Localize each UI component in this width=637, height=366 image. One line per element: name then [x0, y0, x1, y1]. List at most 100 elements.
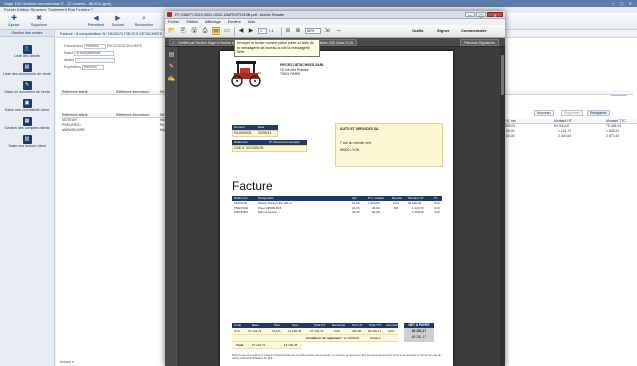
reader-nav-pane: ▤ ✎ ✍ [165, 47, 179, 366]
attachment-icon[interactable]: ✎ [168, 63, 176, 71]
adobe-reader-icon [167, 12, 172, 17]
invoice-icon: ▥ [22, 135, 32, 144]
maximize-button[interactable]: ▢ [476, 12, 486, 18]
statut-row: Statut A comptabiliser [64, 50, 115, 56]
menu-fichier[interactable]: Fichier [168, 20, 179, 24]
supprimer-button[interactable]: ✖ Supprimer [27, 14, 51, 27]
net-to-pay-value: 80 281,17 [411, 329, 427, 333]
affaire-row: Affaire [64, 57, 116, 63]
document-list-icon: ▤ [22, 63, 32, 72]
company-address-2: 75001 PARIS [280, 72, 301, 76]
client-address-2: 69000 LYON [340, 148, 360, 152]
signature-pane-button[interactable]: Panneau Signatures [460, 39, 499, 46]
conditions-amount: 80 281,17 [411, 335, 427, 339]
page-number-input[interactable]: 1 [258, 28, 267, 34]
table-row[interactable]: 60,00 2 400,00 2 870,40 [502, 134, 637, 139]
reader-title-text: FF-G8AFT-2019-0001-0002-18AFE2F5315B.pdf… [175, 13, 285, 17]
company-name: PIECES DETACHEES SARL [280, 63, 325, 67]
search-icon: ⌕ [142, 15, 146, 22]
zoom-select[interactable]: 80% [305, 28, 321, 34]
signature-message-bar: Certifié par Service Sage à Facture sign… [165, 38, 505, 47]
open-icon[interactable]: 📂 [168, 27, 176, 35]
signer-button[interactable]: Signer [437, 27, 449, 34]
reader-window-controls: ─ ▢ ✕ [464, 12, 503, 18]
invoice-number: FA1000003 [234, 131, 252, 135]
order-icon: ▣ [22, 99, 32, 108]
arrow-right-icon: ▶ [115, 15, 121, 22]
task-saisir-document[interactable]: ✎ Saisir un document de vente [0, 81, 54, 94]
reader-scrollbar[interactable] [500, 47, 505, 366]
table-row: C19 67 124,72 19,6% 13 156,45 67 124,72 … [232, 328, 398, 335]
print-icon[interactable]: ⎙ [201, 27, 209, 35]
commentaire-button[interactable]: Commentaire [461, 27, 487, 34]
prev-page-icon[interactable]: ◀ [237, 27, 245, 35]
read-mode-icon[interactable]: ⇔ [335, 27, 343, 35]
fournisseur-row: Fournisseur Numéro PIECESDETACHEES [64, 43, 142, 49]
sage-amounts-grid: P.U. net Montant HT Montant TTC 6 300,00… [502, 119, 637, 139]
task-saisir-facture[interactable]: ▥ Saisir une facture client [0, 135, 54, 148]
arrow-left-icon: ◀ [93, 15, 99, 22]
total-row: Total 67 124,72 13 156,45 [232, 342, 302, 349]
scrollbar-thumb[interactable] [501, 55, 504, 95]
task-pane-header: Gestion des ventes [0, 30, 54, 37]
next-page-icon[interactable]: ▶ [247, 27, 255, 35]
expedition-select[interactable]: Inconnu [81, 64, 104, 70]
sage-actions-menu[interactable]: Actions ▾ [60, 360, 74, 364]
person-icon: 👤 [22, 45, 32, 54]
order-reference: CDE n° 2013/09-05 [234, 146, 264, 150]
fit-page-icon[interactable]: ⇲ [323, 27, 331, 35]
ajouter-button[interactable]: ✚ Ajouter [2, 14, 26, 27]
precedent-button[interactable]: ◀ Précédent [84, 14, 108, 27]
table-row[interactable]: MAINOEUVRE Ma [60, 128, 170, 133]
zoom-in-icon[interactable]: ⊕ [294, 27, 302, 35]
conditions-row: Conditions de règlement : le 22/09/13 Ch… [232, 335, 398, 342]
comment-icon[interactable]: ▭ [223, 27, 231, 35]
legal-footer: Dans le cas où le paiement intégral n'in… [232, 354, 441, 360]
reader-toolbar: 📂 🖹 🖫 ⎙ ✉ ▭ ◀ ▶ 1 / 1 ⊖ ⊕ 80% ⇲ ⇔ Outils… [165, 25, 505, 38]
menu-affichage[interactable]: Affichage [205, 20, 221, 24]
task-liste-clients[interactable]: 👤 Liste des clients [0, 45, 54, 58]
plus-icon: ✚ [11, 15, 17, 22]
sage-task-pane: Gestion des ventes 👤 Liste des clients ▤ L… [0, 30, 55, 366]
save-icon[interactable]: 🖫 [190, 27, 198, 35]
email-icon[interactable]: ✉ [212, 27, 220, 35]
delete-icon: ✖ [36, 15, 42, 22]
email-tooltip: Envoyer le fichier comme pièce jointe à … [234, 39, 320, 57]
net-to-pay-box: NET À PAYER 80 281,17 80 281,17 [404, 323, 434, 342]
close-button[interactable]: ✕ [487, 12, 503, 18]
document-edit-icon: ✎ [22, 81, 32, 90]
minimize-button[interactable]: ─ [465, 12, 475, 18]
invoice-lines-table: Référence Désignation Qté P.U. unitaire … [232, 196, 442, 215]
sage-title-text: Sage 100 Gestion commerciale i7 - [C:\Us… [4, 1, 112, 6]
sage-window-controls[interactable]: ─ ▢ ✕ [612, 0, 634, 7]
adobe-reader-window: FF-G8AFT-2019-0001-0002-18AFE2F5315B.pdf… [165, 11, 505, 366]
accounts-icon: ▦ [22, 117, 32, 126]
client-name: AUTO ET SERVICES SA [340, 127, 379, 131]
totals-table: Code Base Taux Taxe Total HT Escompte Po… [232, 323, 442, 349]
signature-icon[interactable]: ✍ [168, 75, 176, 83]
pages-icon[interactable]: ▤ [168, 51, 176, 59]
invoice-title: Facture [232, 179, 273, 193]
invoice-date: 22/09/13 [258, 131, 272, 135]
reader-title-bar: FF-G8AFT-2019-0001-0002-18AFE2F5315B.pdf… [165, 11, 505, 19]
affaire-field[interactable] [75, 57, 116, 63]
sage-lines-body: Référence article Référence fournisseur … [60, 113, 170, 133]
menu-aide[interactable]: Aide [248, 20, 256, 24]
table-row: MAINOEU Main d'oeuvre 40,00 60,00 2 400,00 C1… [234, 210, 440, 214]
task-liste-documents[interactable]: ▤ Liste des documents de vente [0, 63, 54, 76]
task-gestion-comptes[interactable]: ▦ Gestion des comptes clients [0, 117, 54, 130]
fournisseur-select[interactable]: Numéro [83, 43, 106, 49]
suivant-button[interactable]: ▶ Suivant [106, 14, 130, 27]
task-saisir-commande[interactable]: ▣ Saisir une commande client [0, 99, 54, 112]
rechercher-button[interactable]: ⌕ Rechercher [132, 14, 156, 27]
outils-button[interactable]: Outils [412, 27, 423, 34]
menu-fenetre[interactable]: Fenêtre [228, 20, 241, 24]
zoom-out-icon[interactable]: ⊖ [284, 27, 292, 35]
client-address-1: 7 rue du chemin vert [340, 141, 371, 145]
create-pdf-icon[interactable]: 🖹 [179, 27, 187, 35]
menu-edition[interactable]: Edition [186, 20, 198, 24]
pdf-page: PIECES DETACHEES SARL 15 rue des Prairie… [220, 51, 453, 366]
vintage-car-logo [231, 61, 261, 87]
statut-select[interactable]: A comptabiliser [74, 50, 115, 56]
expedition-row: Expédition Inconnu [64, 64, 104, 70]
